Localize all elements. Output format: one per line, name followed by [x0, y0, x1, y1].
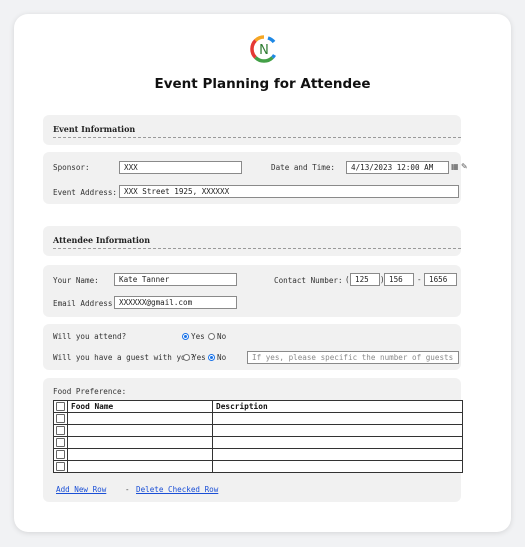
description-cell[interactable] — [212, 448, 463, 461]
event-info-header-panel: Event Information — [43, 115, 461, 145]
attendance-panel: Will you attend? Yes No Will you have a … — [43, 324, 461, 370]
pencil-icon[interactable]: ✎ — [461, 162, 468, 172]
description-cell[interactable] — [212, 436, 463, 449]
email-input[interactable]: XXXXXX@gmail.com — [114, 296, 237, 309]
table-header-row: Food Name Description — [53, 400, 463, 413]
datetime-label: Date and Time: — [271, 163, 336, 172]
row-checkbox[interactable] — [56, 450, 65, 460]
row-checkbox[interactable] — [56, 438, 65, 448]
table-row — [53, 412, 463, 425]
description-cell[interactable] — [212, 460, 463, 473]
description-cell[interactable] — [212, 424, 463, 437]
food-name-cell[interactable] — [67, 424, 213, 437]
row-checkbox[interactable] — [56, 462, 65, 472]
select-all-cell — [53, 400, 68, 413]
food-heading: Food Preference: — [53, 387, 127, 396]
calendar-icon[interactable]: ▦ — [451, 162, 459, 172]
email-label: Email Address: — [53, 299, 118, 308]
attendee-info-panel: Your Name: Kate Tanner Contact Number: (… — [43, 265, 461, 317]
guest-count-input[interactable]: If yes, please specific the number of gu… — [247, 351, 459, 364]
attendee-info-heading: Attendee Information — [53, 235, 151, 245]
event-info-heading: Event Information — [53, 124, 136, 134]
delete-row-link[interactable]: Delete Checked Row — [136, 485, 218, 494]
row-select-cell — [53, 424, 68, 437]
food-name-cell[interactable] — [67, 436, 213, 449]
divider — [53, 248, 461, 249]
row-select-cell — [53, 460, 68, 473]
food-panel: Food Preference: Food Name Description A… — [43, 378, 463, 502]
sponsor-label: Sponsor: — [53, 163, 90, 172]
sponsor-input[interactable]: XXX — [119, 161, 242, 174]
row-select-cell — [53, 448, 68, 461]
guest-no-radio[interactable] — [208, 354, 215, 361]
column-header: Food Name — [67, 400, 213, 413]
attend-yes-radio[interactable] — [182, 333, 189, 340]
row-checkbox[interactable] — [56, 414, 65, 424]
food-name-cell[interactable] — [67, 412, 213, 425]
phone-paren-open: ( — [345, 275, 350, 284]
logo-icon: N — [250, 35, 277, 63]
attend-no-radio[interactable] — [208, 333, 215, 340]
row-select-cell — [53, 436, 68, 449]
address-label: Event Address: — [53, 188, 118, 197]
phone-prefix-input[interactable]: 156 — [384, 273, 414, 286]
contact-label: Contact Number: — [274, 276, 343, 285]
datetime-input[interactable]: 4/13/2023 12:00 AM — [346, 161, 449, 174]
address-input[interactable]: XXX Street 1925, XXXXXX — [119, 185, 459, 198]
food-name-cell[interactable] — [67, 448, 213, 461]
add-row-link[interactable]: Add New Row — [56, 485, 106, 494]
food-table: Food Name Description — [53, 400, 463, 473]
select-all-checkbox[interactable] — [56, 402, 65, 412]
table-row — [53, 448, 463, 461]
guest-no-label[interactable]: No — [217, 353, 226, 362]
guest-yes-radio[interactable] — [183, 354, 190, 361]
table-row — [53, 460, 463, 473]
attend-no-label[interactable]: No — [217, 332, 226, 341]
food-name-cell[interactable] — [67, 460, 213, 473]
table-row — [53, 436, 463, 449]
attend-label: Will you attend? — [53, 332, 127, 341]
logo-letter: N — [259, 43, 269, 58]
row-checkbox[interactable] — [56, 426, 65, 436]
description-cell[interactable] — [212, 412, 463, 425]
phone-line-input[interactable]: 1656 — [424, 273, 457, 286]
name-label: Your Name: — [53, 276, 99, 285]
attend-yes-label[interactable]: Yes — [191, 332, 205, 341]
name-input[interactable]: Kate Tanner — [114, 273, 237, 286]
table-row — [53, 424, 463, 437]
phone-dash: - — [417, 275, 422, 284]
guest-yes-label[interactable]: Yes — [192, 353, 206, 362]
divider — [53, 137, 461, 138]
column-header: Description — [212, 400, 463, 413]
event-info-panel: Sponsor: XXX Date and Time: 4/13/2023 12… — [43, 152, 468, 204]
page-title: Event Planning for Attendee — [154, 76, 371, 92]
row-select-cell — [53, 412, 68, 425]
attendee-info-header-panel: Attendee Information — [43, 226, 461, 256]
guest-label: Will you have a guest with you? — [53, 353, 195, 362]
link-separator: - — [125, 485, 130, 494]
phone-area-input[interactable]: 125 — [350, 273, 380, 286]
